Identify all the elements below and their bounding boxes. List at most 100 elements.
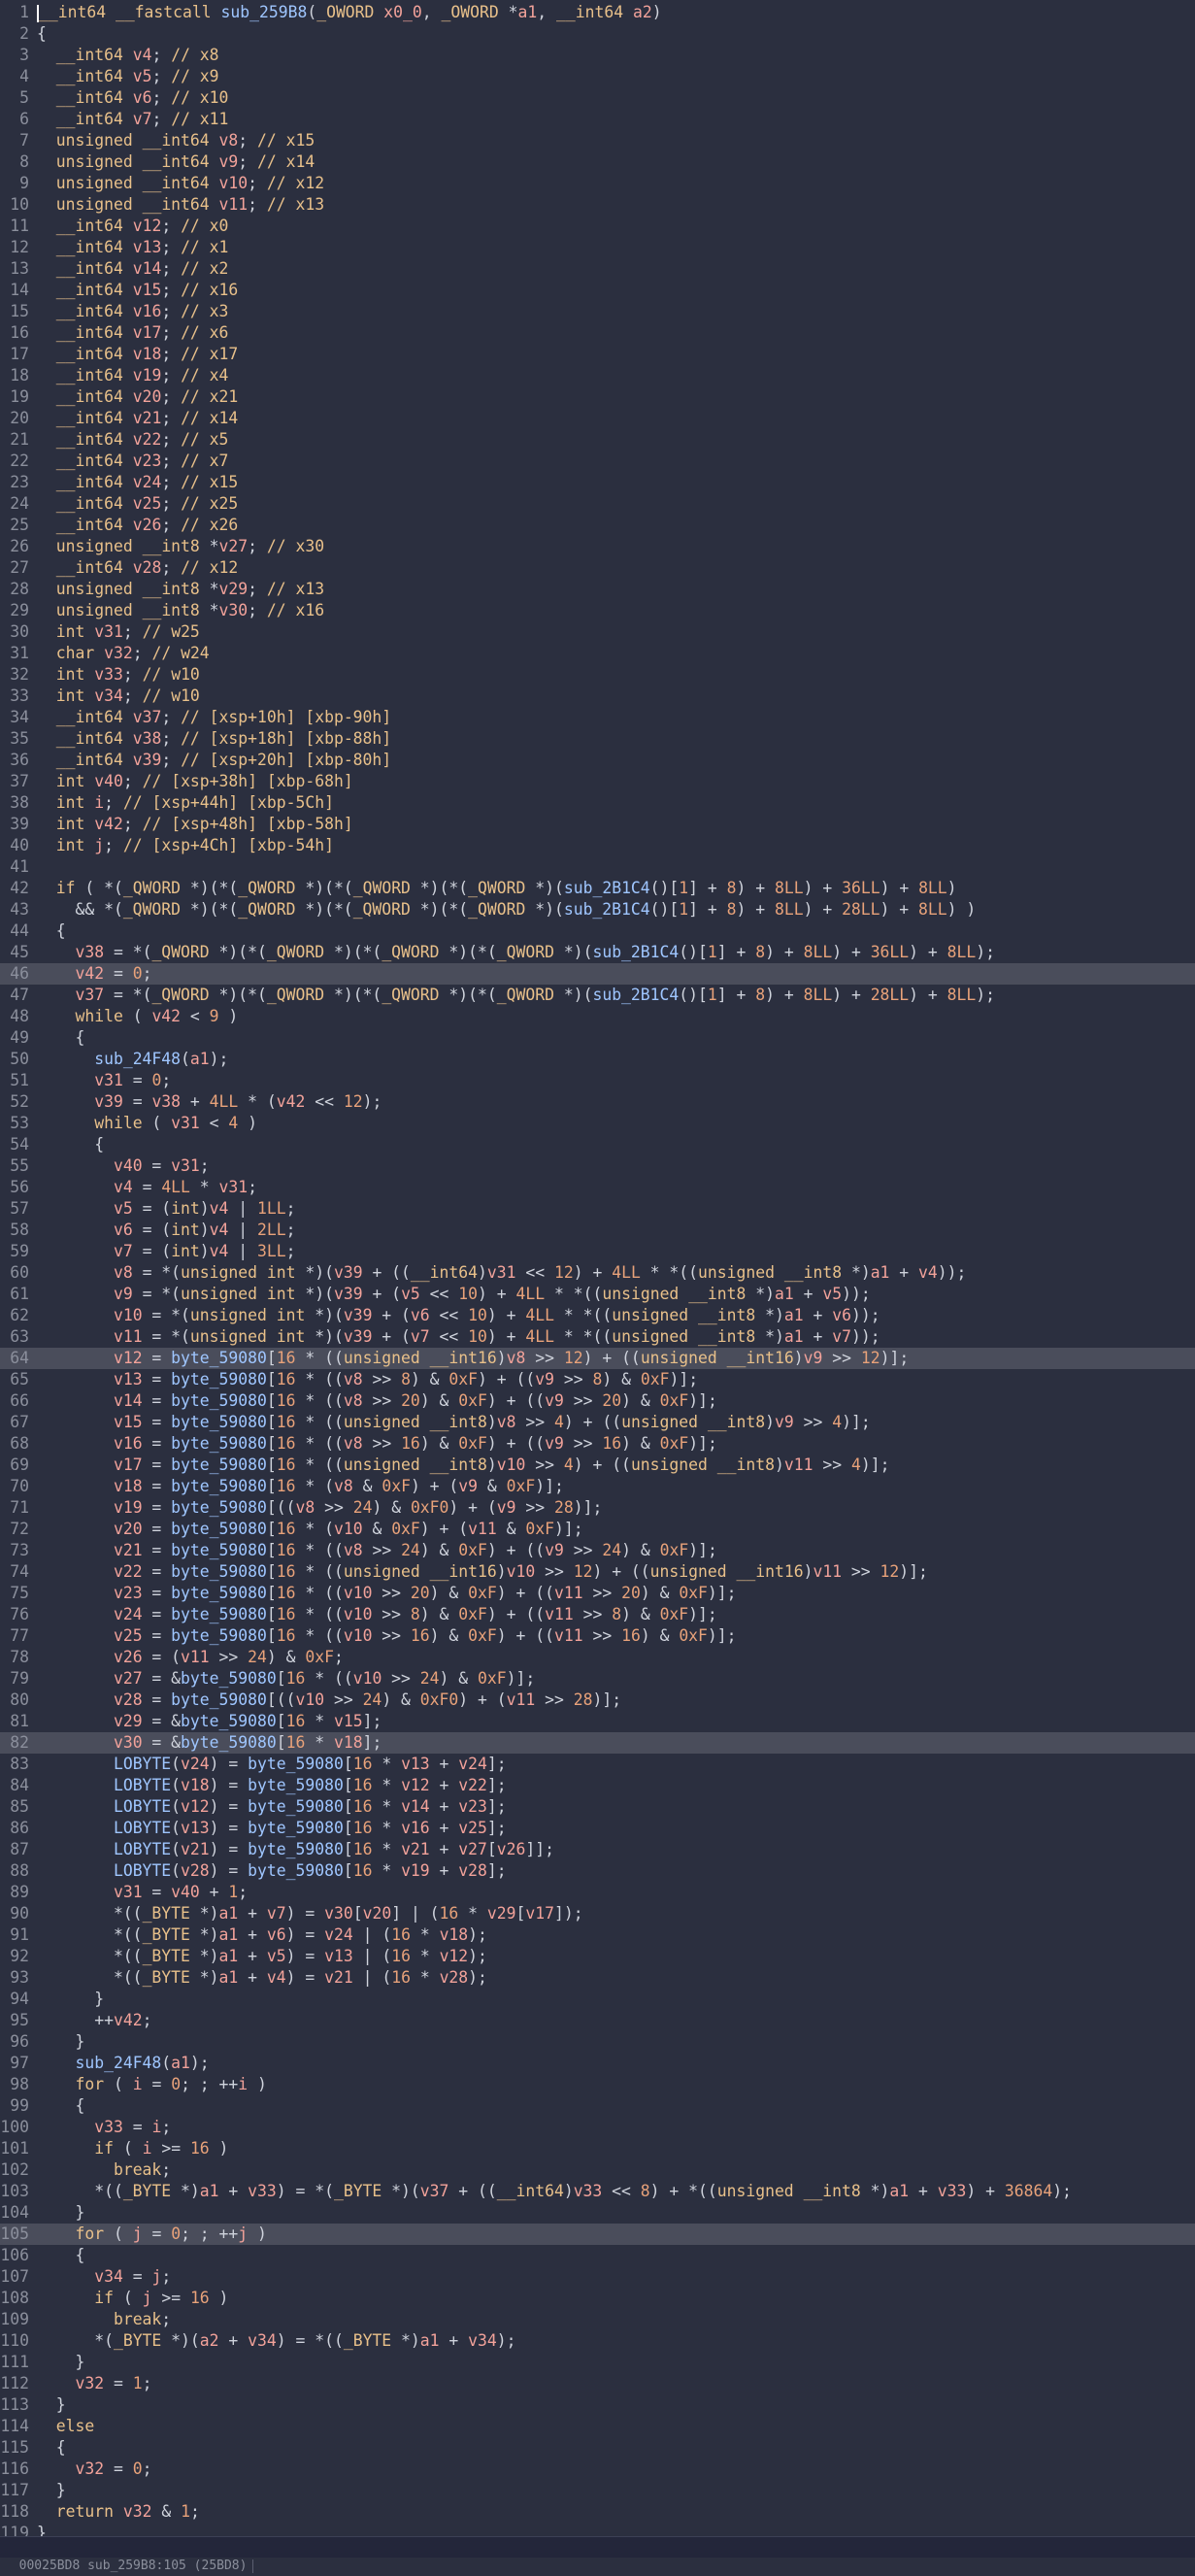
code-line[interactable]: 9 unsigned __int64 v10; // x12 <box>0 173 1195 194</box>
code-line[interactable]: 62 v10 = *(unsigned int *)(v39 + (v6 << … <box>0 1305 1195 1326</box>
code-line[interactable]: 100 v33 = i; <box>0 2117 1195 2138</box>
code-line[interactable]: 22 __int64 v23; // x7 <box>0 451 1195 472</box>
code-line[interactable]: 111 } <box>0 2352 1195 2373</box>
code-line[interactable]: 48 while ( v42 < 9 ) <box>0 1006 1195 1027</box>
code-line[interactable]: 36 __int64 v39; // [xsp+20h] [xbp-80h] <box>0 750 1195 771</box>
code-text[interactable]: v8 = *(unsigned int *)(v39 + ((__int64)v… <box>37 1262 966 1284</box>
code-line[interactable]: 65 v13 = byte_59080[16 * ((v8 >> 8) & 0x… <box>0 1369 1195 1390</box>
code-line[interactable]: 29 unsigned __int8 *v30; // x16 <box>0 600 1195 621</box>
code-line[interactable]: 103 *((_BYTE *)a1 + v33) = *(_BYTE *)(v3… <box>0 2181 1195 2202</box>
code-text[interactable]: __int64 v39; // [xsp+20h] [xbp-80h] <box>37 750 391 771</box>
code-text[interactable]: int v40; // [xsp+38h] [xbp-68h] <box>37 771 353 792</box>
code-line[interactable]: 43 && *(_QWORD *)(*(_QWORD *)(*(_QWORD *… <box>0 899 1195 920</box>
code-line[interactable]: 73 v21 = byte_59080[16 * ((v8 >> 24) & 0… <box>0 1540 1195 1561</box>
code-line[interactable]: 56 v4 = 4LL * v31; <box>0 1177 1195 1198</box>
code-text[interactable]: break; <box>37 2159 171 2181</box>
code-text[interactable]: sub_24F48(a1); <box>37 2053 209 2074</box>
code-text[interactable]: v10 = *(unsigned int *)(v39 + (v6 << 10)… <box>37 1305 880 1326</box>
code-text[interactable]: __int64 v15; // x16 <box>37 280 239 301</box>
code-text[interactable]: *((_BYTE *)a1 + v4) = v21 | (16 * v28); <box>37 1967 487 1989</box>
code-line[interactable]: 26 unsigned __int8 *v27; // x30 <box>0 536 1195 557</box>
code-line[interactable]: 72 v20 = byte_59080[16 * (v10 & 0xF) + (… <box>0 1519 1195 1540</box>
code-line[interactable]: 30 int v31; // w25 <box>0 621 1195 643</box>
code-line[interactable]: 18 __int64 v19; // x4 <box>0 365 1195 386</box>
code-text[interactable]: __int64 v16; // x3 <box>37 301 229 322</box>
code-text[interactable]: if ( i >= 16 ) <box>37 2138 228 2159</box>
code-line[interactable]: 34 __int64 v37; // [xsp+10h] [xbp-90h] <box>0 707 1195 728</box>
code-line[interactable]: 42 if ( *(_QWORD *)(*(_QWORD *)(*(_QWORD… <box>0 878 1195 899</box>
code-line[interactable]: 19 __int64 v20; // x21 <box>0 386 1195 408</box>
code-line[interactable]: 13 __int64 v14; // x2 <box>0 258 1195 280</box>
code-line[interactable]: 33 int v34; // w10 <box>0 686 1195 707</box>
code-line[interactable]: 106 { <box>0 2245 1195 2266</box>
code-line[interactable]: 4 __int64 v5; // x9 <box>0 66 1195 87</box>
code-line[interactable]: 96 } <box>0 2031 1195 2053</box>
code-line[interactable]: 53 while ( v31 < 4 ) <box>0 1113 1195 1134</box>
code-text[interactable]: v18 = byte_59080[16 * (v8 & 0xF) + (v9 &… <box>37 1476 564 1497</box>
code-text[interactable]: v38 = *(_QWORD *)(*(_QWORD *)(*(_QWORD *… <box>37 942 995 963</box>
code-line[interactable]: 114 else <box>0 2416 1195 2437</box>
code-line[interactable]: 117 } <box>0 2480 1195 2501</box>
code-text[interactable]: __int64 v13; // x1 <box>37 237 229 258</box>
code-text[interactable]: __int64 __fastcall sub_259B8(_OWORD x0_0… <box>37 2 662 23</box>
pseudocode-editor[interactable]: 1 __int64 __fastcall sub_259B8(_OWORD x0_… <box>0 0 1195 2542</box>
code-line[interactable]: 98 for ( i = 0; ; ++i ) <box>0 2074 1195 2095</box>
code-text[interactable]: v20 = byte_59080[16 * (v10 & 0xF) + (v11… <box>37 1519 583 1540</box>
code-text[interactable]: int v42; // [xsp+48h] [xbp-58h] <box>37 814 353 835</box>
code-text[interactable]: if ( j >= 16 ) <box>37 2288 228 2309</box>
code-line[interactable]: 87 LOBYTE(v21) = byte_59080[16 * v21 + v… <box>0 1839 1195 1860</box>
code-line[interactable]: 10 unsigned __int64 v11; // x13 <box>0 194 1195 216</box>
code-text[interactable]: v22 = byte_59080[16 * ((unsigned __int16… <box>37 1561 928 1583</box>
code-line[interactable]: 12 __int64 v13; // x1 <box>0 237 1195 258</box>
code-line[interactable]: 17 __int64 v18; // x17 <box>0 344 1195 365</box>
code-line[interactable]: 108 if ( j >= 16 ) <box>0 2288 1195 2309</box>
code-line[interactable]: 76 v24 = byte_59080[16 * ((v10 >> 8) & 0… <box>0 1604 1195 1625</box>
code-text[interactable]: { <box>37 2437 66 2459</box>
code-text[interactable]: *((_BYTE *)a1 + v7) = v30[v20] | (16 * v… <box>37 1903 583 1924</box>
code-line[interactable]: 49 { <box>0 1027 1195 1049</box>
code-text[interactable]: LOBYTE(v13) = byte_59080[16 * v16 + v25]… <box>37 1818 507 1839</box>
code-line[interactable]: 78 v26 = (v11 >> 24) & 0xF; <box>0 1647 1195 1668</box>
code-text[interactable]: LOBYTE(v24) = byte_59080[16 * v13 + v24]… <box>37 1754 507 1775</box>
code-text[interactable]: v11 = *(unsigned int *)(v39 + (v7 << 10)… <box>37 1326 880 1348</box>
code-text[interactable]: v23 = byte_59080[16 * ((v10 >> 20) & 0xF… <box>37 1583 737 1604</box>
code-line[interactable]: 116 v32 = 0; <box>0 2459 1195 2480</box>
code-text[interactable]: __int64 v7; // x11 <box>37 109 229 130</box>
code-text[interactable]: && *(_QWORD *)(*(_QWORD *)(*(_QWORD *)(*… <box>37 899 976 920</box>
code-text[interactable]: char v32; // w24 <box>37 643 210 664</box>
code-line[interactable]: 86 LOBYTE(v13) = byte_59080[16 * v16 + v… <box>0 1818 1195 1839</box>
code-line[interactable]: 23 __int64 v24; // x15 <box>0 472 1195 493</box>
code-text[interactable]: { <box>37 23 47 45</box>
code-line[interactable]: 24 __int64 v25; // x25 <box>0 493 1195 515</box>
code-text[interactable]: v12 = byte_59080[16 * ((unsigned __int16… <box>37 1348 909 1369</box>
code-line[interactable]: 20 __int64 v21; // x14 <box>0 408 1195 429</box>
code-line[interactable]: 2{ <box>0 23 1195 45</box>
code-text[interactable]: { <box>37 1027 84 1049</box>
code-text[interactable]: v16 = byte_59080[16 * ((v8 >> 16) & 0xF)… <box>37 1433 717 1455</box>
code-line[interactable]: 59 v7 = (int)v4 | 3LL; <box>0 1241 1195 1262</box>
code-line[interactable]: 93 *((_BYTE *)a1 + v4) = v21 | (16 * v28… <box>0 1967 1195 1989</box>
code-line[interactable]: 67 v15 = byte_59080[16 * ((unsigned __in… <box>0 1412 1195 1433</box>
code-text[interactable]: int j; // [xsp+4Ch] [xbp-54h] <box>37 835 334 856</box>
code-text[interactable]: v42 = 0; <box>37 963 151 985</box>
code-line[interactable]: 15 __int64 v16; // x3 <box>0 301 1195 322</box>
code-text[interactable]: v30 = &byte_59080[16 * v18]; <box>37 1732 382 1754</box>
code-text[interactable]: __int64 v25; // x25 <box>37 493 239 515</box>
code-line[interactable]: 38 int i; // [xsp+44h] [xbp-5Ch] <box>0 792 1195 814</box>
code-text[interactable]: return v32 & 1; <box>37 2501 200 2523</box>
code-text[interactable]: __int64 v23; // x7 <box>37 451 229 472</box>
code-line[interactable]: 52 v39 = v38 + 4LL * (v42 << 12); <box>0 1091 1195 1113</box>
code-line[interactable]: 115 { <box>0 2437 1195 2459</box>
code-text[interactable]: } <box>37 1989 104 2010</box>
code-line[interactable]: 1 __int64 __fastcall sub_259B8(_OWORD x0_… <box>0 2 1195 23</box>
code-line[interactable]: 64 v12 = byte_59080[16 * ((unsigned __in… <box>0 1348 1195 1369</box>
code-text[interactable]: v40 = v31; <box>37 1155 210 1177</box>
code-line[interactable]: 35 __int64 v38; // [xsp+18h] [xbp-88h] <box>0 728 1195 750</box>
code-text[interactable]: v37 = *(_QWORD *)(*(_QWORD *)(*(_QWORD *… <box>37 985 995 1006</box>
code-line[interactable]: 51 v31 = 0; <box>0 1070 1195 1091</box>
code-line[interactable]: 41 <box>0 856 1195 878</box>
code-line[interactable]: 31 char v32; // w24 <box>0 643 1195 664</box>
code-line[interactable]: 57 v5 = (int)v4 | 1LL; <box>0 1198 1195 1220</box>
code-text[interactable]: else <box>37 2416 94 2437</box>
code-text[interactable]: v33 = i; <box>37 2117 171 2138</box>
